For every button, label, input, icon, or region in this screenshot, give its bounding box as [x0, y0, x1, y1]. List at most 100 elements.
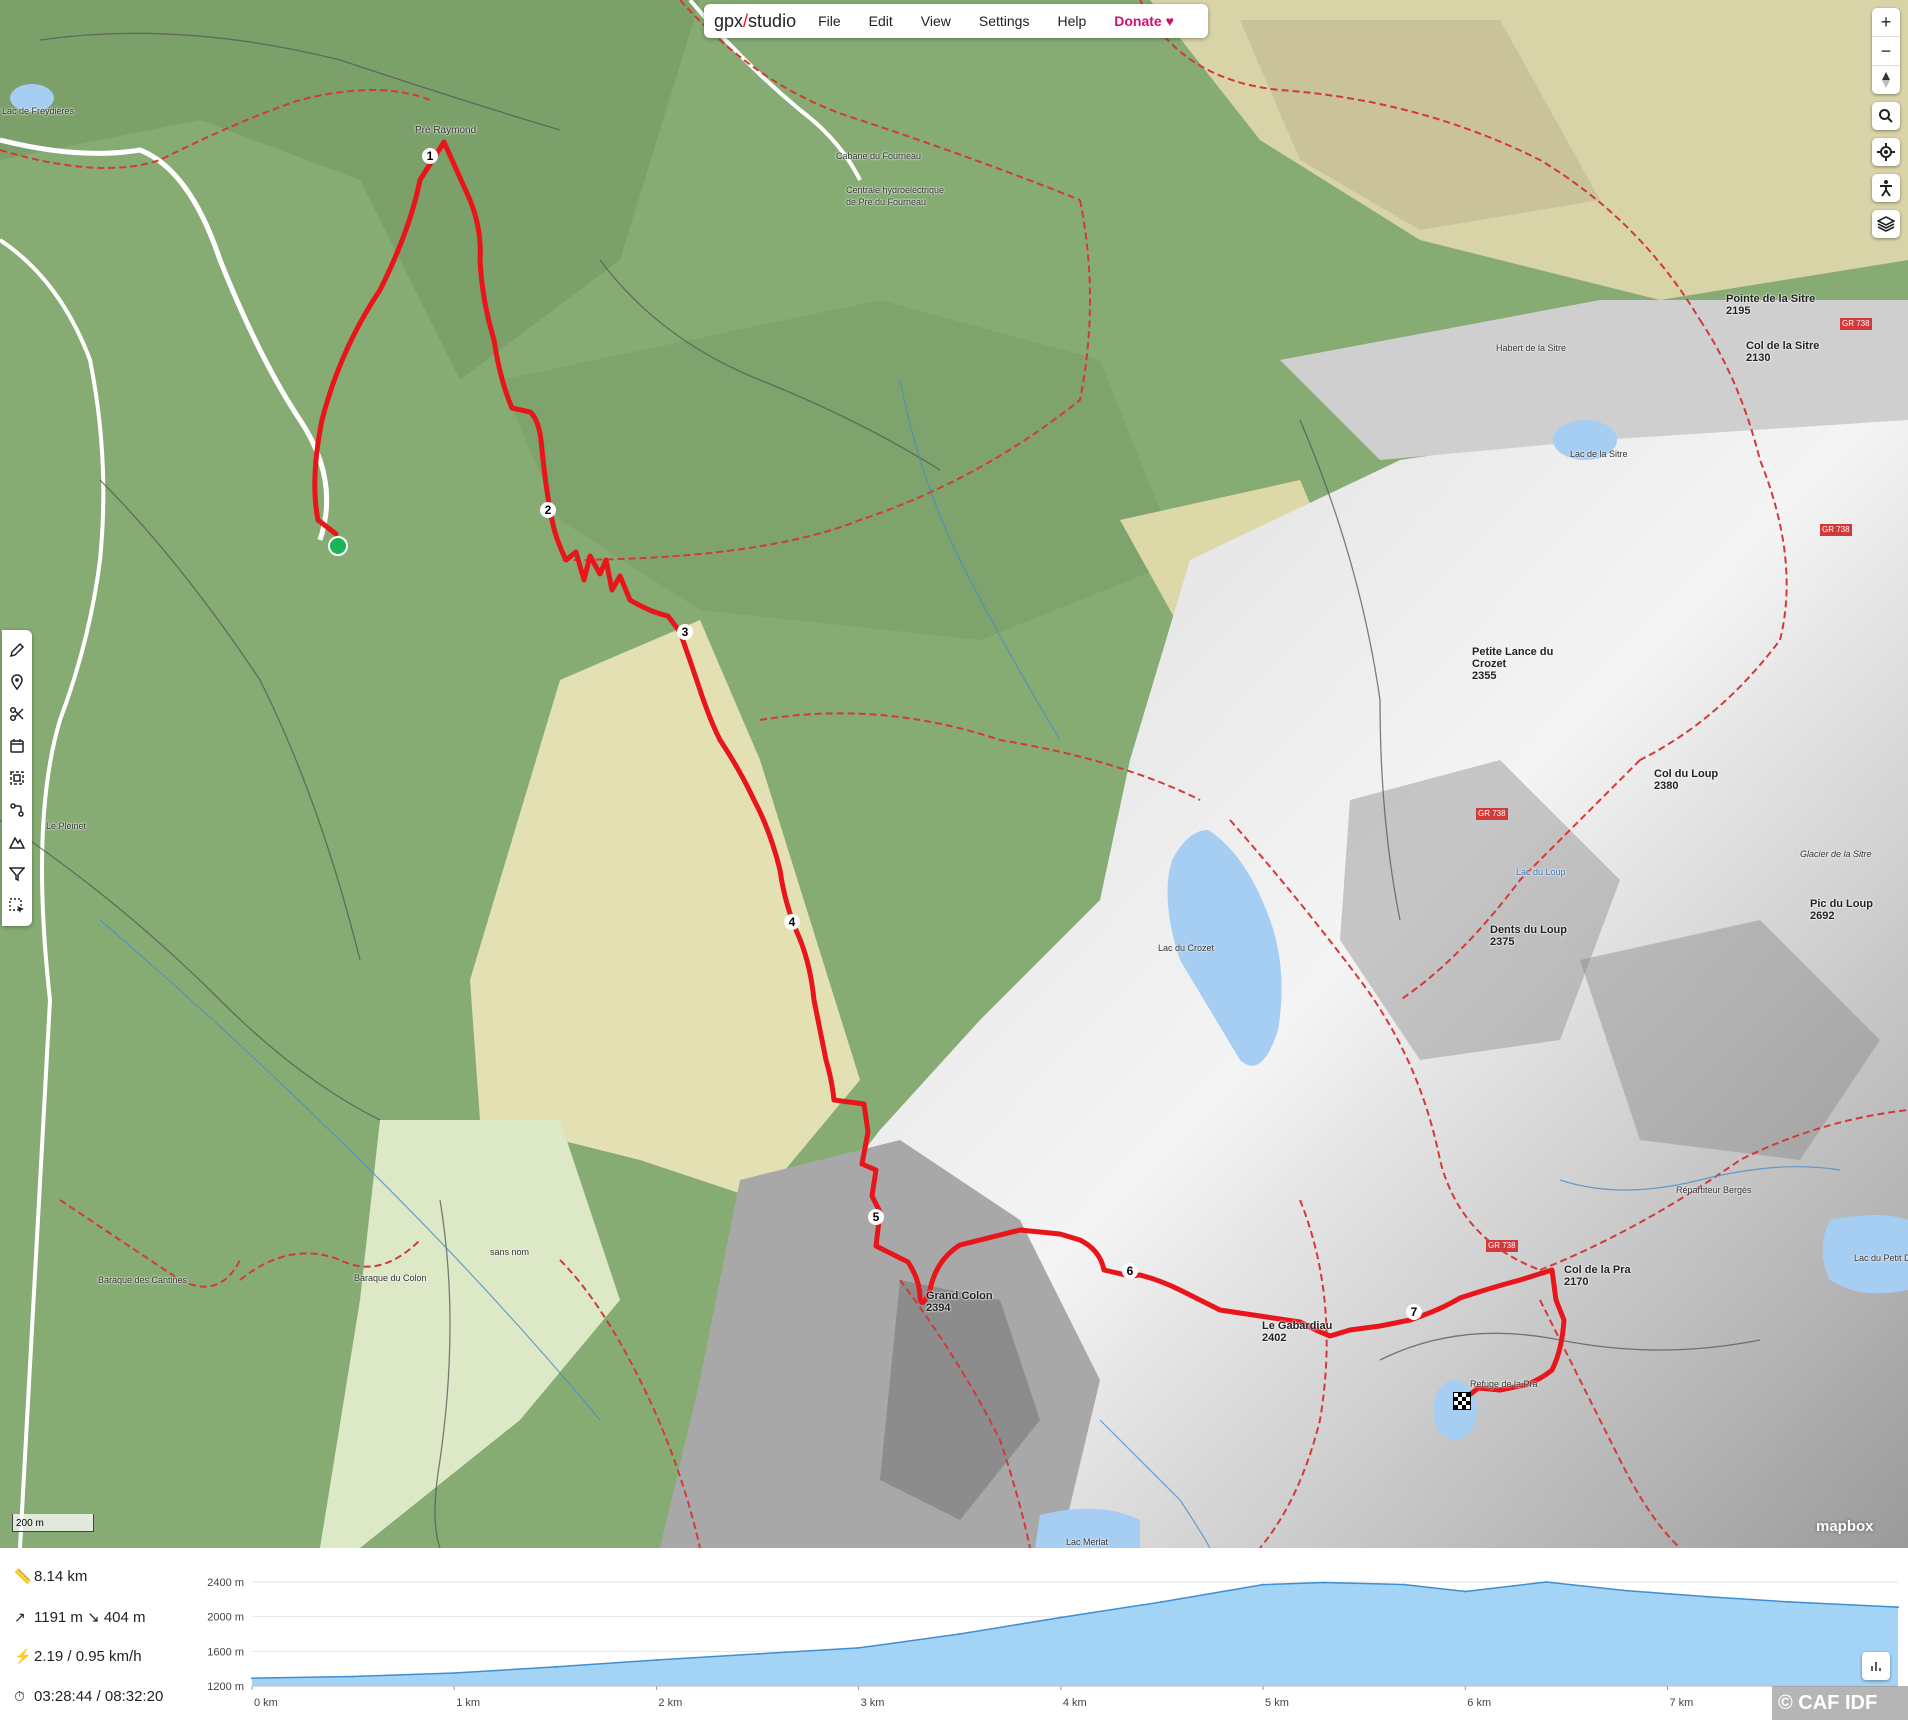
elevation-point: [655, 1659, 658, 1661]
locate-button[interactable]: [1872, 138, 1900, 166]
calendar-clock-icon: [10, 739, 24, 753]
logo-suffix: studio: [748, 10, 797, 31]
label-text: Col de la Pra: [1564, 1264, 1631, 1276]
label-refuge: Refuge de la Pra: [1470, 1379, 1538, 1389]
menu-help[interactable]: Help: [1057, 13, 1086, 29]
watermark: © CAF IDF: [1772, 1686, 1908, 1720]
map-view[interactable]: 1 2 3 4 5 6 7 Lac de Freydières Pré Raym…: [0, 0, 1908, 1548]
elevation-point: [251, 1677, 253, 1680]
elevation-point: [1626, 1589, 1629, 1592]
street-view-button[interactable]: [1872, 174, 1900, 202]
ruler-icon: 📏: [14, 1568, 32, 1584]
menu-file[interactable]: File: [818, 13, 841, 29]
label-col-sitre: Col de la Sitre 2130: [1746, 340, 1819, 364]
chart-options-button[interactable]: [1862, 1652, 1890, 1680]
label-habert-sitre: Habert de la Sitre: [1496, 343, 1567, 353]
scale-bar: 200 m: [12, 1514, 94, 1532]
elevation-point: [857, 1646, 860, 1649]
elevation-point: [1059, 1616, 1062, 1619]
compass-button[interactable]: [1872, 66, 1900, 94]
street-view-control: [1872, 174, 1900, 202]
label-gr738-4: GR 738: [1486, 1240, 1518, 1252]
layers-button[interactable]: [1872, 210, 1900, 238]
label-cabane-fourneau: Cabane du Fourneau: [836, 151, 922, 161]
search-icon: [1879, 109, 1893, 123]
route-start-marker[interactable]: [328, 536, 348, 556]
arrow-up-right-icon: ↗: [14, 1608, 26, 1625]
label-lac-loup: Lac du Loup: [1516, 867, 1566, 877]
route-marker-4: 4: [784, 914, 800, 930]
stat-elevation: ↗ 1191 m ↘ 404 m: [14, 1608, 146, 1627]
elevation-loss-value: 404 m: [103, 1608, 146, 1626]
filter-tool[interactable]: [2, 858, 32, 890]
edit-toolbar: [2, 630, 32, 926]
donate-button[interactable]: Donate ♥: [1114, 13, 1174, 29]
label-lac-crozet: Lac du Crozet: [1158, 943, 1215, 953]
label-altitude: 2170: [1564, 1276, 1589, 1288]
route-tool[interactable]: [2, 794, 32, 826]
app-logo[interactable]: gpx/studio: [714, 11, 796, 32]
menu-edit[interactable]: Edit: [869, 13, 893, 29]
terrain-basemap: [0, 0, 1908, 1548]
elevation-point: [554, 1665, 557, 1668]
y-tick-label: 1600 m: [207, 1646, 244, 1658]
lightning-icon: ⚡: [14, 1648, 32, 1664]
label-text: Le Gabardiau: [1262, 1320, 1333, 1332]
label-petite-lance: Petite Lance du Crozet 2355: [1472, 646, 1562, 682]
time-tool[interactable]: [2, 730, 32, 762]
route-end-flag-icon[interactable]: [1453, 1392, 1471, 1410]
layers-control: [1872, 210, 1900, 238]
elevation-chart: 2400 m 2000 m 1600 m 1200 m 0 km 1 km 2 km 3 km…: [207, 1577, 1899, 1709]
route-marker-2: 2: [540, 502, 556, 518]
elevation-tool[interactable]: [2, 826, 32, 858]
elevation-profile[interactable]: 2400 m 2000 m 1600 m 1200 m 0 km 1 km 2 km 3 km…: [160, 1568, 1900, 1718]
label-altitude: 2380: [1654, 780, 1679, 792]
x-tick-label: 3 km: [861, 1697, 885, 1709]
scissors-icon: [9, 706, 24, 722]
stat-distance: 📏 8.14 km: [14, 1568, 87, 1585]
label-altitude: 2195: [1726, 305, 1751, 317]
waypoint-tool[interactable]: [2, 666, 32, 698]
search-button[interactable]: [1872, 102, 1900, 130]
merge-tool[interactable]: [2, 762, 32, 794]
mapbox-logo[interactable]: mapbox: [1816, 1518, 1874, 1535]
zoom-in-button[interactable]: +: [1872, 8, 1900, 37]
label-glacier-sitre: Glacier de la Sitre: [1800, 849, 1872, 859]
label-lac-merlat: Lac Merlat: [1066, 1537, 1109, 1547]
elevation-point: [1403, 1583, 1406, 1586]
label-baraque-colon: Baraque du Colon: [354, 1273, 427, 1283]
label-baraque-cantines: Baraque des Cantines: [98, 1275, 188, 1285]
pencil-icon: [9, 642, 25, 658]
stat-time: ⏱ 03:28:44 / 08:32:20: [14, 1688, 163, 1705]
label-col-pra: Col de la Pra 2170: [1564, 1264, 1631, 1288]
select-icon: [9, 898, 24, 913]
draw-tool[interactable]: [2, 634, 32, 666]
x-tick-label: 1 km: [456, 1697, 480, 1709]
label-text: Dents du Loup: [1490, 924, 1567, 936]
compass-icon: [1882, 72, 1890, 88]
label-text: Petite Lance du Crozet: [1472, 646, 1554, 670]
elevation-point: [1262, 1583, 1265, 1586]
label-pointe-sitre: Pointe de la Sitre 2195: [1726, 293, 1815, 317]
zoom-out-button[interactable]: −: [1872, 37, 1900, 66]
scissors-tool[interactable]: [2, 698, 32, 730]
label-pic-loup: Pic du Loup 2692: [1810, 898, 1873, 922]
label-col-loup: Col du Loup 2380: [1654, 768, 1718, 792]
group-icon: [10, 771, 24, 785]
map-pin-icon: [11, 674, 23, 690]
label-text: Col de la Sitre: [1746, 340, 1820, 352]
elevation-point: [352, 1675, 355, 1678]
select-tool[interactable]: [2, 890, 32, 922]
elevation-point: [1160, 1600, 1163, 1603]
label-lac-sitre: Lac de la Sitre: [1570, 449, 1628, 459]
elevation-point: [1464, 1590, 1467, 1593]
label-lac-petit-domenon: Lac du Petit Dom: [1854, 1253, 1908, 1263]
x-tick-label: 2 km: [658, 1697, 682, 1709]
label-grand-colon: Grand Colon 2394: [926, 1290, 993, 1314]
label-pre-raymond: Pré Raymond: [415, 125, 477, 136]
menu-view[interactable]: View: [921, 13, 951, 29]
mountain-icon: [9, 836, 25, 849]
menu-settings[interactable]: Settings: [979, 13, 1030, 29]
route-marker-6: 6: [1122, 1263, 1138, 1279]
elevation-point: [756, 1652, 759, 1655]
